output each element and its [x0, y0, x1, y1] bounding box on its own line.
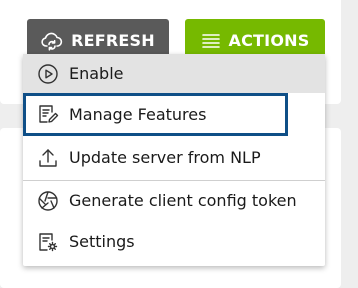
- settings-document-icon: [36, 230, 60, 254]
- actions-dropdown-menu: Enable Manage Features Update server fro…: [23, 54, 325, 266]
- menu-item-settings[interactable]: Settings: [23, 221, 325, 262]
- refresh-button-label: REFRESH: [71, 31, 155, 50]
- menu-item-manage-features[interactable]: Manage Features: [23, 93, 325, 135]
- edit-document-icon: [36, 102, 60, 126]
- menu-item-enable[interactable]: Enable: [23, 54, 325, 93]
- play-circle-icon: [36, 62, 60, 86]
- cloud-refresh-icon: [41, 31, 63, 51]
- menu-item-update-server[interactable]: Update server from NLP: [23, 137, 325, 178]
- menu-item-label: Settings: [69, 232, 135, 251]
- menu-lines-icon: [201, 33, 221, 49]
- menu-item-label: Generate client config token: [69, 191, 297, 210]
- menu-item-label: Update server from NLP: [69, 148, 261, 167]
- aperture-icon: [36, 189, 60, 213]
- menu-item-label: Enable: [69, 64, 124, 83]
- upload-icon: [36, 146, 60, 170]
- menu-item-generate-token[interactable]: Generate client config token: [23, 180, 325, 221]
- actions-button-label: ACTIONS: [228, 31, 310, 50]
- menu-item-label: Manage Features: [69, 104, 207, 124]
